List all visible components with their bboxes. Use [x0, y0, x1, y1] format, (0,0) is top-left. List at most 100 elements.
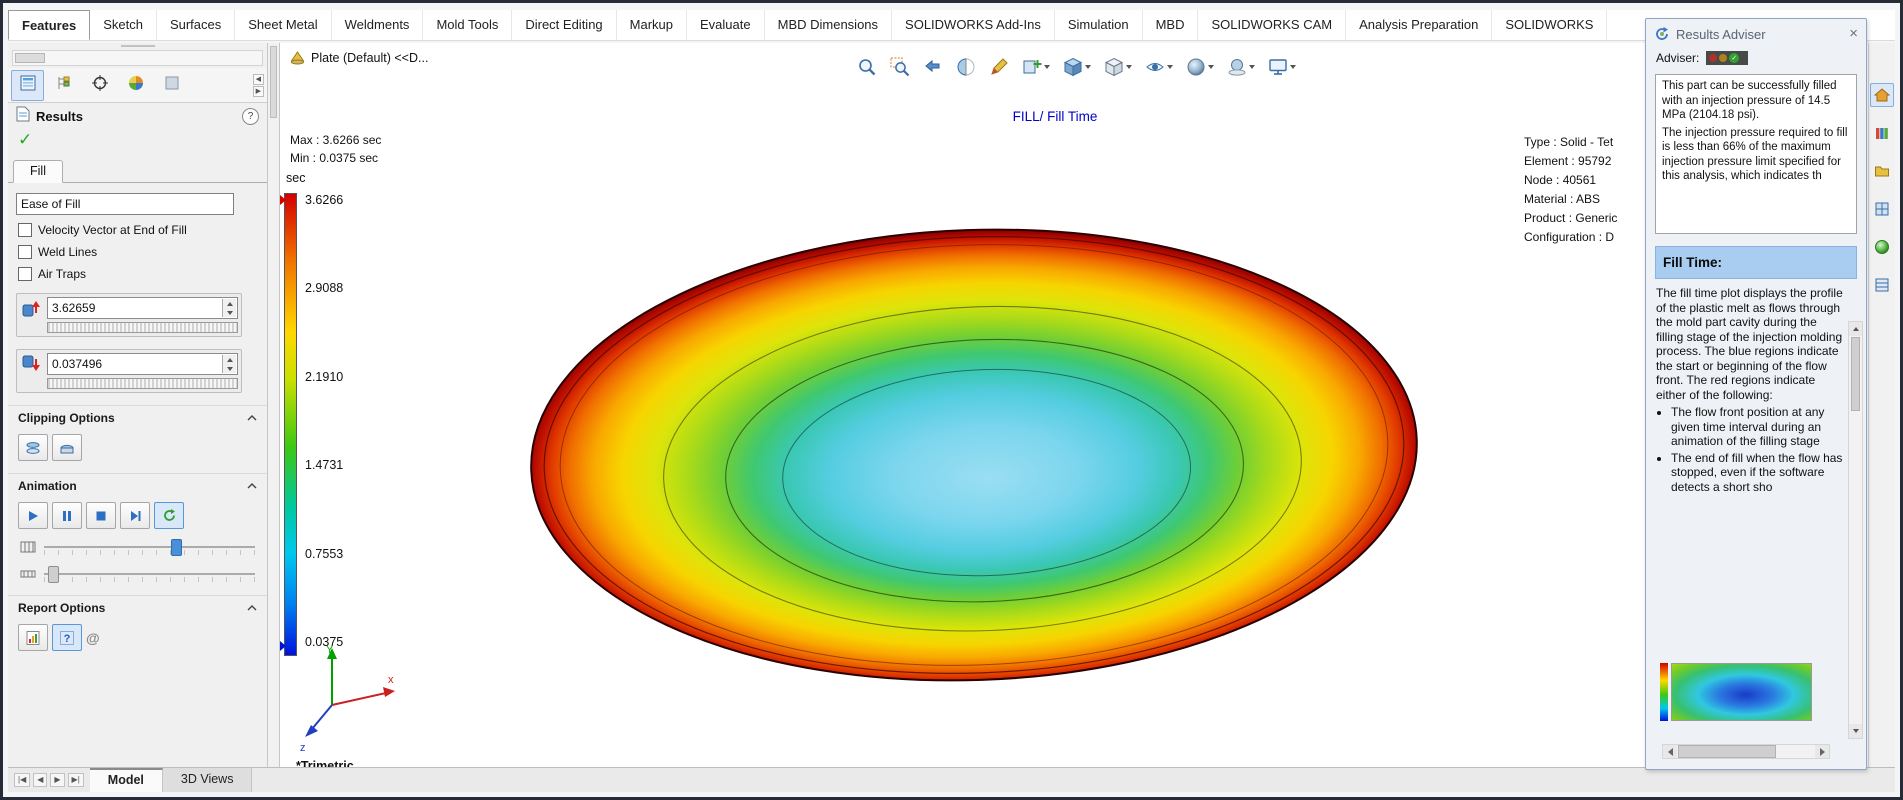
home-tab-button[interactable] — [1870, 83, 1894, 107]
ribbon-tab-evaluate[interactable]: Evaluate — [687, 10, 765, 40]
air-traps-checkbox[interactable] — [18, 267, 32, 281]
tab-dimxpert[interactable] — [83, 70, 116, 101]
horizontal-scroll-thumb[interactable] — [1678, 745, 1776, 758]
design-library-button[interactable] — [1870, 121, 1894, 145]
fill-time-plot[interactable] — [528, 225, 1420, 685]
zoom-to-fit-button[interactable] — [855, 55, 879, 79]
prev-tab-icon[interactable]: ◀ — [33, 773, 48, 787]
ribbon-tab-addins[interactable]: SOLIDWORKS Add-Ins — [892, 10, 1055, 40]
appearances-button[interactable] — [1184, 55, 1216, 79]
legend-min-marker-icon[interactable] — [280, 641, 286, 651]
ribbon-tab-cam[interactable]: SOLIDWORKS CAM — [1198, 10, 1347, 40]
previous-view-button[interactable] — [921, 55, 945, 79]
speed-slider[interactable] — [44, 565, 255, 583]
dynamic-annotation-button[interactable] — [987, 55, 1011, 79]
edit-scene-button[interactable] — [1225, 55, 1257, 79]
frame-slider-thumb[interactable] — [170, 539, 182, 556]
tab-plastics-manager[interactable] — [155, 70, 188, 101]
breadcrumb[interactable]: Plate (Default) <<D... — [290, 51, 428, 65]
zoom-to-area-button[interactable] — [888, 55, 912, 79]
frame-slider[interactable] — [44, 538, 255, 556]
file-explorer-button[interactable] — [1870, 159, 1894, 183]
min-value-input[interactable]: 0.037496 — [47, 353, 238, 375]
weld-lines-checkbox[interactable] — [18, 245, 32, 259]
ribbon-tab-features[interactable]: Features — [8, 10, 91, 40]
help-button[interactable]: ? — [242, 107, 259, 125]
panel-top-scrollbar[interactable] — [12, 50, 263, 66]
panel-scrollbar[interactable] — [268, 43, 280, 767]
report-button[interactable] — [18, 624, 48, 651]
stop-icon — [96, 511, 106, 520]
min-value-thumbwheel[interactable] — [47, 378, 238, 389]
ribbon-tab-sketch[interactable]: Sketch — [90, 10, 157, 40]
graphics-area[interactable]: Plate (Default) <<D... FILL/ Fill Time M… — [280, 43, 1868, 767]
speed-slider-thumb[interactable] — [48, 566, 60, 583]
vertical-scroll-thumb[interactable] — [1851, 337, 1860, 411]
tab-scroll-right-button[interactable]: ▶ — [252, 85, 264, 97]
view-orientation-button[interactable] — [1061, 55, 1093, 79]
tab-scroll-left-button[interactable]: ◀ — [252, 73, 264, 85]
ribbon-tab-markup[interactable]: Markup — [617, 10, 688, 40]
custom-properties-button[interactable] — [1870, 273, 1894, 297]
ribbon-tab-mbd[interactable]: MBD — [1143, 10, 1199, 40]
scroll-right-icon[interactable] — [1815, 745, 1829, 758]
panel-splitter-grip[interactable] — [8, 43, 267, 49]
ribbon-tab-simulation[interactable]: Simulation — [1055, 10, 1143, 40]
first-tab-icon[interactable]: |◀ — [14, 773, 31, 787]
status-orange-icon — [1719, 54, 1728, 62]
clipping-plane1-button[interactable] — [18, 434, 48, 461]
clipping-options-header[interactable]: Clipping Options — [8, 405, 267, 428]
adviser-title-bar[interactable]: Results Adviser × — [1646, 19, 1866, 47]
scroll-left-icon[interactable] — [1663, 745, 1677, 758]
tab-feature-tree[interactable] — [47, 70, 80, 101]
max-value-input[interactable]: 3.62659 — [47, 297, 238, 319]
close-icon[interactable]: × — [1849, 26, 1858, 41]
adviser-vertical-scrollbar[interactable] — [1848, 321, 1863, 739]
pause-button[interactable] — [52, 502, 82, 529]
report-options-header[interactable]: Report Options — [8, 595, 267, 618]
scroll-down-icon[interactable] — [1849, 724, 1862, 738]
hide-show-items-button[interactable] — [1143, 55, 1175, 79]
ribbon-tab-direct-editing[interactable]: Direct Editing — [512, 10, 617, 40]
chevron-up-icon — [247, 483, 257, 489]
last-tab-icon[interactable]: ▶| — [67, 773, 84, 787]
adviser-horizontal-scrollbar[interactable] — [1662, 744, 1830, 759]
velocity-vector-checkbox[interactable] — [18, 223, 32, 237]
clipping-plane1-icon — [26, 441, 40, 454]
loop-button[interactable] — [154, 502, 184, 529]
tab-model[interactable]: Model — [89, 768, 163, 792]
tab-property-manager[interactable] — [11, 69, 44, 101]
animation-header[interactable]: Animation — [8, 473, 267, 496]
appearances-pane-button[interactable] — [1870, 235, 1894, 259]
play-from-start-button[interactable] — [120, 502, 150, 529]
insert-mate-button[interactable] — [1020, 55, 1052, 79]
section-view-button[interactable] — [954, 55, 978, 79]
ribbon-tab-solidworks[interactable]: SOLIDWORKS — [1492, 10, 1608, 40]
display-style-button[interactable] — [1102, 55, 1134, 79]
max-value-spinner[interactable] — [222, 299, 236, 317]
play-button[interactable] — [18, 502, 48, 529]
scroll-up-icon[interactable] — [1849, 322, 1862, 336]
min-value-spinner[interactable] — [222, 355, 236, 373]
tab-fill[interactable]: Fill — [13, 160, 63, 183]
ribbon-tab-mbd-dimensions[interactable]: MBD Dimensions — [765, 10, 893, 40]
ease-of-fill-field[interactable] — [16, 193, 234, 215]
stop-button[interactable] — [86, 502, 116, 529]
ribbon-tab-weldments[interactable]: Weldments — [332, 10, 424, 40]
ok-check-icon[interactable]: ✓ — [18, 131, 267, 149]
tab-3d-views[interactable]: 3D Views — [162, 768, 253, 792]
email-report-icon[interactable]: @ — [86, 630, 100, 646]
ribbon-tab-analysis-preparation[interactable]: Analysis Preparation — [1346, 10, 1493, 40]
ribbon-tab-mold-tools[interactable]: Mold Tools — [423, 10, 513, 40]
tab-display-manager[interactable] — [119, 70, 152, 101]
clipping-plane2-button[interactable] — [52, 434, 82, 461]
ribbon-tab-surfaces[interactable]: Surfaces — [157, 10, 236, 40]
ribbon-tab-sheet-metal[interactable]: Sheet Metal — [235, 10, 332, 40]
next-tab-icon[interactable]: ▶ — [50, 773, 65, 787]
view-palette-button[interactable] — [1870, 197, 1894, 221]
view-settings-button[interactable] — [1266, 55, 1298, 79]
adviser-message-box[interactable]: This part can be successfully filled wit… — [1655, 74, 1857, 234]
legend-max-marker-icon[interactable] — [280, 195, 286, 205]
max-value-thumbwheel[interactable] — [47, 322, 238, 333]
report-help-button[interactable]: ? — [52, 624, 82, 651]
